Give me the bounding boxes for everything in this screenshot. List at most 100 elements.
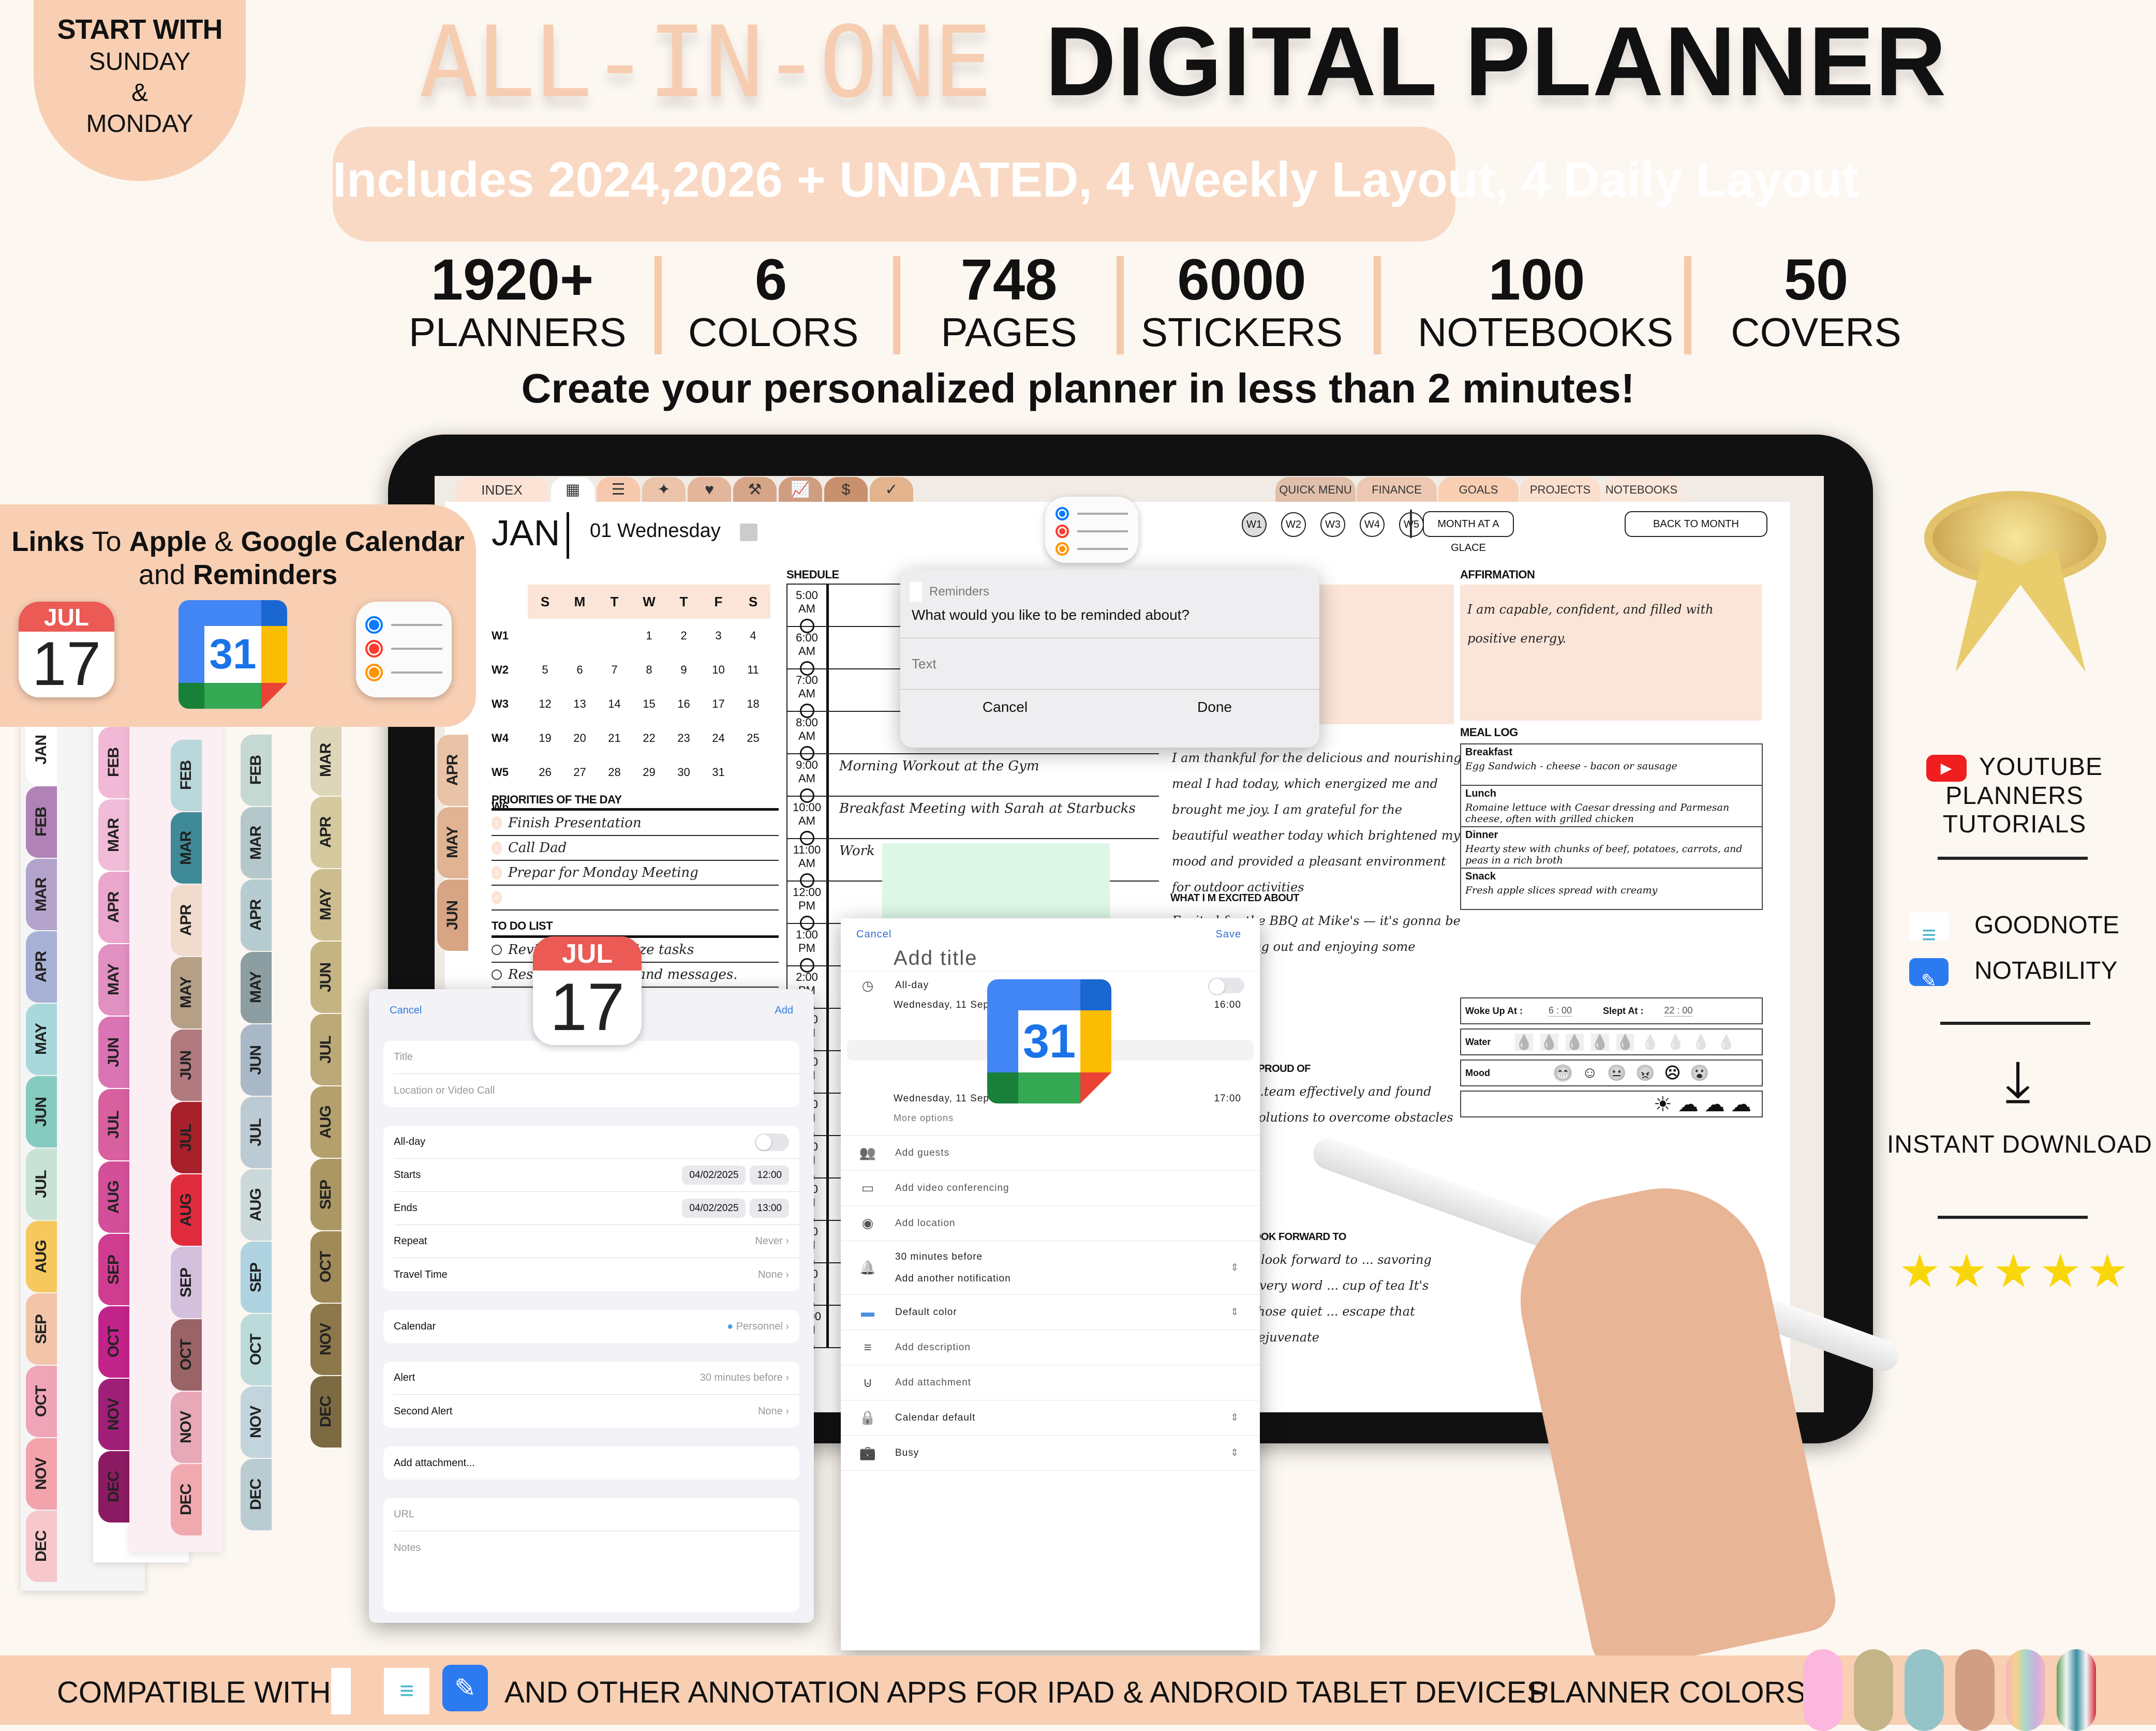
calendar-day[interactable]: 31 (701, 755, 736, 789)
month-tab-jun[interactable]: JUN (437, 879, 468, 951)
calendar-day[interactable]: 1 (632, 619, 666, 653)
calendar-day[interactable]: 27 (562, 755, 597, 789)
add-description-row[interactable]: ≡ Add description (841, 1330, 1260, 1365)
calendar-day[interactable]: 2 (666, 619, 701, 653)
default-color-row[interactable]: ▬ Default color ⇕ (841, 1295, 1260, 1330)
add-attachment-row[interactable]: Add attachment... (394, 1446, 799, 1480)
calendar-day[interactable]: 25 (736, 721, 770, 755)
checklist-tab[interactable]: ✓ (870, 477, 913, 503)
month-tab-feb[interactable]: FEB (98, 727, 129, 798)
meal-lunch[interactable]: Lunch Romaine lettuce with Caesar dressin… (1461, 786, 1762, 827)
month-tab-apr[interactable]: APR (171, 885, 202, 956)
month-tab-dec[interactable]: DEC (26, 1511, 57, 1582)
month-tab-dec[interactable]: DEC (310, 1376, 341, 1448)
affirmation-box[interactable]: I am capable, confident, and filled with… (1460, 585, 1762, 721)
month-tab-may[interactable]: MAY (98, 944, 129, 1016)
schedule-row[interactable]: 10:00 AM Breakfast Meeting with Sarah at … (787, 797, 1159, 845)
month-tab-aug[interactable]: AUG (26, 1221, 57, 1292)
month-tab-sep[interactable]: SEP (26, 1293, 57, 1365)
back-to-month-button[interactable]: BACK TO MONTH (1625, 511, 1767, 537)
planner-color-swatch[interactable] (1905, 1649, 1944, 1731)
month-tab-nov[interactable]: NOV (310, 1304, 341, 1375)
water-drop-icon[interactable]: 💧 (1692, 1034, 1710, 1051)
tab-notebooks[interactable]: NOTEBOOKS (1601, 477, 1682, 503)
busy-row[interactable]: 💼 Busy ⇕ (841, 1436, 1260, 1471)
month-tab-mar[interactable]: MAR (98, 799, 129, 871)
reminders-done-button[interactable]: Done (1110, 699, 1319, 715)
planner-color-swatch[interactable] (2006, 1649, 2045, 1731)
chevron-updown-icon[interactable]: ⇕ (1230, 1447, 1239, 1459)
ends-date[interactable]: 04/02/2025 (682, 1199, 746, 1218)
planner-color-swatch[interactable] (1803, 1649, 1842, 1731)
month-tab-jul[interactable]: JUL (171, 1102, 202, 1173)
mood-grinning-icon[interactable]: 😁 (1553, 1064, 1573, 1082)
month-tab-jul[interactable]: JUL (98, 1089, 129, 1160)
month-tab-sep[interactable]: SEP (98, 1234, 129, 1305)
calendar-day[interactable]: 29 (632, 755, 666, 789)
calendar-day[interactable]: 3 (701, 619, 736, 653)
google-end-time[interactable]: 17:00 (1214, 1093, 1241, 1105)
google-title-input[interactable]: Add title (841, 941, 1260, 972)
reminders-cancel-button[interactable]: Cancel (900, 699, 1110, 715)
storm-cloud-icon[interactable]: ☁ (1731, 1093, 1751, 1116)
weather-row[interactable]: ☀ ☁ ☁ ☁ (1460, 1091, 1763, 1117)
ends-time[interactable]: 13:00 (750, 1199, 789, 1218)
calendar-day[interactable]: 12 (528, 687, 562, 721)
30-minutes-before-row[interactable]: 🔔 30 minutes before Add another notificati… (841, 1241, 1260, 1295)
url-field[interactable]: URL (394, 1498, 799, 1531)
calendar-day[interactable]: 10 (701, 653, 736, 687)
google-start-date[interactable]: Wednesday, 11 Sep (894, 999, 989, 1011)
month-tab-nov[interactable]: NOV (171, 1392, 202, 1463)
month-tab-mar[interactable]: MAR (171, 812, 202, 884)
week-button-w3[interactable]: W3 (1320, 512, 1345, 537)
google-start-time[interactable]: 16:00 (1214, 999, 1241, 1011)
calendar-day[interactable]: 11 (736, 653, 770, 687)
forward-text[interactable]: I look forward to ... savoring every wor… (1252, 1247, 1459, 1350)
month-tab-apr[interactable]: APR (98, 872, 129, 943)
dumbbell-tab[interactable]: ⚒ (733, 477, 777, 503)
add-location-row[interactable]: ◉ Add location (841, 1206, 1260, 1241)
water-drop-icon[interactable]: 💧 (1616, 1033, 1634, 1051)
starts-time[interactable]: 12:00 (750, 1166, 789, 1185)
starts-date[interactable]: 04/02/2025 (682, 1166, 746, 1185)
money-cycle-tab[interactable]: $ (824, 477, 868, 503)
month-tab-apr[interactable]: APR (310, 797, 341, 868)
youtube-link[interactable]: ▶ YOUTUBE PLANNERS TUTORIALS (1873, 753, 2156, 839)
month-tab-jul[interactable]: JUL (26, 1148, 57, 1220)
month-tab-jun[interactable]: JUN (171, 1029, 202, 1101)
priority-item[interactable]: 2 Call Dad (492, 836, 779, 861)
google-end-date[interactable]: Wednesday, 11 Sep (894, 1093, 989, 1105)
month-tab-oct[interactable]: OCT (241, 1314, 272, 1385)
calendar-day[interactable]: 24 (701, 721, 736, 755)
google-save-button[interactable]: Save (1215, 929, 1241, 941)
month-tab-aug[interactable]: AUG (171, 1174, 202, 1246)
chevron-updown-icon[interactable]: ⇕ (1230, 1306, 1239, 1318)
month-tab-sep[interactable]: SEP (310, 1159, 341, 1230)
month-tab-mar[interactable]: MAR (310, 724, 341, 796)
google-cancel-button[interactable]: Cancel (856, 929, 891, 941)
month-tab-apr[interactable]: APR (241, 879, 272, 951)
month-tab-jul[interactable]: JUL (310, 1014, 341, 1085)
month-tab-nov[interactable]: NOV (26, 1438, 57, 1510)
title-field[interactable]: Title (394, 1041, 799, 1074)
month-tab-aug[interactable]: AUG (98, 1161, 129, 1233)
calendar-day[interactable]: 30 (666, 755, 701, 789)
week-button-w2[interactable]: W2 (1281, 512, 1306, 537)
month-tab-dec[interactable]: DEC (171, 1464, 202, 1535)
month-tab-may[interactable]: MAY (437, 807, 468, 878)
google-calendar-icon[interactable]: 31 (179, 600, 287, 709)
repeat-row[interactable]: Repeat Never › (394, 1225, 799, 1258)
tab-projects[interactable]: PROJECTS (1520, 477, 1600, 503)
calendar-day[interactable]: 20 (562, 721, 597, 755)
month-tab-oct[interactable]: OCT (98, 1306, 129, 1378)
chevron-updown-icon[interactable]: ⇕ (1230, 1262, 1239, 1274)
mood-smile-icon[interactable]: ☺ (1582, 1064, 1598, 1082)
tab-goals[interactable]: GOALS (1438, 477, 1519, 503)
calendar-day[interactable]: 28 (597, 755, 632, 789)
priority-item[interactable]: 3 Prepar for Monday Meeting (492, 861, 779, 886)
week-label[interactable]: W1 (492, 619, 528, 653)
tab-quick-menu[interactable]: QUICK MENU (1275, 477, 1356, 503)
calendar-day[interactable]: 7 (597, 653, 632, 687)
add-attachment-row[interactable]: ⊍ Add attachment (841, 1365, 1260, 1400)
slept-value[interactable]: 22 : 00 (1664, 1005, 1693, 1017)
